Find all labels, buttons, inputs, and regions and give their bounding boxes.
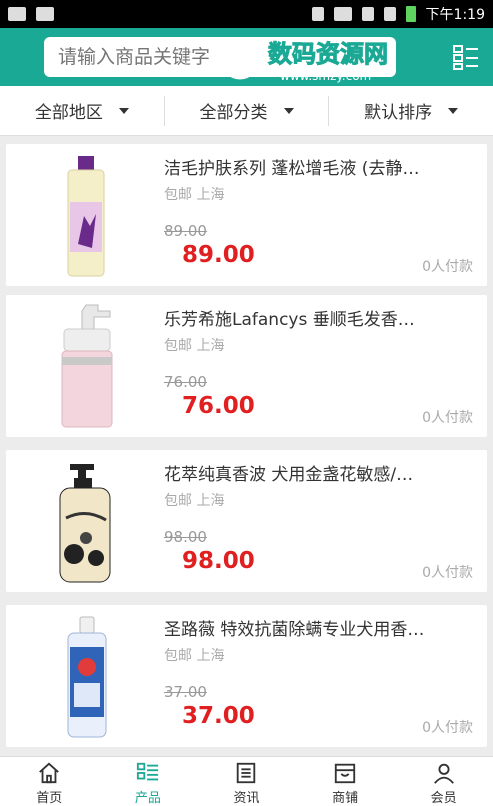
product-title[interactable]: 洁毛护肤系列 蓬松增毛液 (去静… xyxy=(164,154,474,179)
sim1-icon xyxy=(361,7,374,21)
product-price: 37.00 xyxy=(182,703,255,729)
sim2-icon xyxy=(383,7,396,21)
filter-region[interactable]: 全部地区 xyxy=(0,95,165,126)
filter-sort-label: 默认排序 xyxy=(364,103,433,123)
product-image[interactable] xyxy=(26,303,146,429)
shop-icon xyxy=(334,763,356,784)
product-shipping: 包邮 上海 xyxy=(164,493,225,509)
camera-icon xyxy=(8,7,26,21)
search-box[interactable] xyxy=(44,37,396,77)
product-card[interactable]: 乐芳希施Lafancys 垂顺毛发香… 包邮 上海 76.00 76.00 0人… xyxy=(6,295,487,437)
nav-home[interactable]: 首页 xyxy=(0,757,99,806)
filter-sort[interactable]: 默认排序 xyxy=(329,96,493,126)
product-old-price: 98.00 xyxy=(164,528,207,546)
product-title[interactable]: 花萃纯真香波 犬用金盏花敏感/… xyxy=(164,460,474,485)
product-sold-count: 0人付款 xyxy=(422,720,473,736)
nav-products[interactable]: 产品 xyxy=(99,757,198,806)
bottom-nav: 首页 产品 资讯 商铺 会员 xyxy=(0,756,493,806)
product-sold-count: 0人付款 xyxy=(422,565,473,581)
product-card[interactable]: 圣路薇 特效抗菌除螨专业犬用香… 包邮 上海 37.00 37.00 0人付款 xyxy=(6,605,487,747)
mute-icon xyxy=(311,7,324,21)
battery-icon xyxy=(405,6,416,22)
search-header xyxy=(0,28,493,86)
product-sold-count: 0人付款 xyxy=(422,410,473,426)
status-left xyxy=(8,7,54,21)
filter-category[interactable]: 全部分类 xyxy=(165,95,330,126)
caret-down-icon xyxy=(283,107,294,114)
product-price: 89.00 xyxy=(182,242,255,268)
product-title[interactable]: 圣路薇 特效抗菌除螨专业犬用香… xyxy=(164,615,474,640)
nav-member[interactable]: 会员 xyxy=(394,757,493,806)
product-old-price: 37.00 xyxy=(164,683,207,701)
wifi-icon xyxy=(333,7,352,21)
filter-bar: 全部地区 全部分类 默认排序 xyxy=(0,86,493,136)
product-old-price: 76.00 xyxy=(164,373,207,391)
product-image[interactable] xyxy=(26,152,146,278)
nav-news[interactable]: 资讯 xyxy=(197,757,296,806)
product-image[interactable] xyxy=(26,613,146,739)
product-shipping: 包邮 上海 xyxy=(164,338,225,354)
product-shipping: 包邮 上海 xyxy=(164,187,225,203)
nav-member-label: 会员 xyxy=(430,791,457,806)
caret-down-icon xyxy=(118,107,129,114)
nav-shops-label: 商铺 xyxy=(332,791,359,806)
filter-region-label: 全部地区 xyxy=(34,103,103,123)
product-price: 98.00 xyxy=(182,548,255,574)
category-menu-icon[interactable] xyxy=(453,44,479,70)
caret-down-icon xyxy=(448,107,459,114)
nav-products-label: 产品 xyxy=(134,791,161,806)
product-card[interactable]: 花萃纯真香波 犬用金盏花敏感/… 包邮 上海 98.00 98.00 0人付款 xyxy=(6,450,487,592)
status-right: 下午1:19 xyxy=(311,4,485,24)
product-image[interactable] xyxy=(26,458,146,584)
status-bar: 下午1:19 xyxy=(0,0,493,28)
user-icon xyxy=(433,763,454,784)
product-price: 76.00 xyxy=(182,393,255,419)
search-input[interactable] xyxy=(58,46,382,68)
home-icon xyxy=(39,762,60,784)
status-time: 下午1:19 xyxy=(425,7,485,23)
product-old-price: 89.00 xyxy=(164,222,207,240)
nav-shops[interactable]: 商铺 xyxy=(296,757,395,806)
product-shipping: 包邮 上海 xyxy=(164,648,225,664)
nav-home-label: 首页 xyxy=(36,791,63,806)
news-icon xyxy=(237,762,256,784)
product-sold-count: 0人付款 xyxy=(422,259,473,275)
list-icon xyxy=(136,762,159,781)
product-card[interactable]: 洁毛护肤系列 蓬松增毛液 (去静… 包邮 上海 89.00 89.00 0人付款 xyxy=(6,144,487,286)
filter-category-label: 全部分类 xyxy=(199,103,268,123)
product-title[interactable]: 乐芳希施Lafancys 垂顺毛发香… xyxy=(164,305,474,330)
android-icon xyxy=(36,7,54,21)
nav-news-label: 资讯 xyxy=(233,791,260,806)
